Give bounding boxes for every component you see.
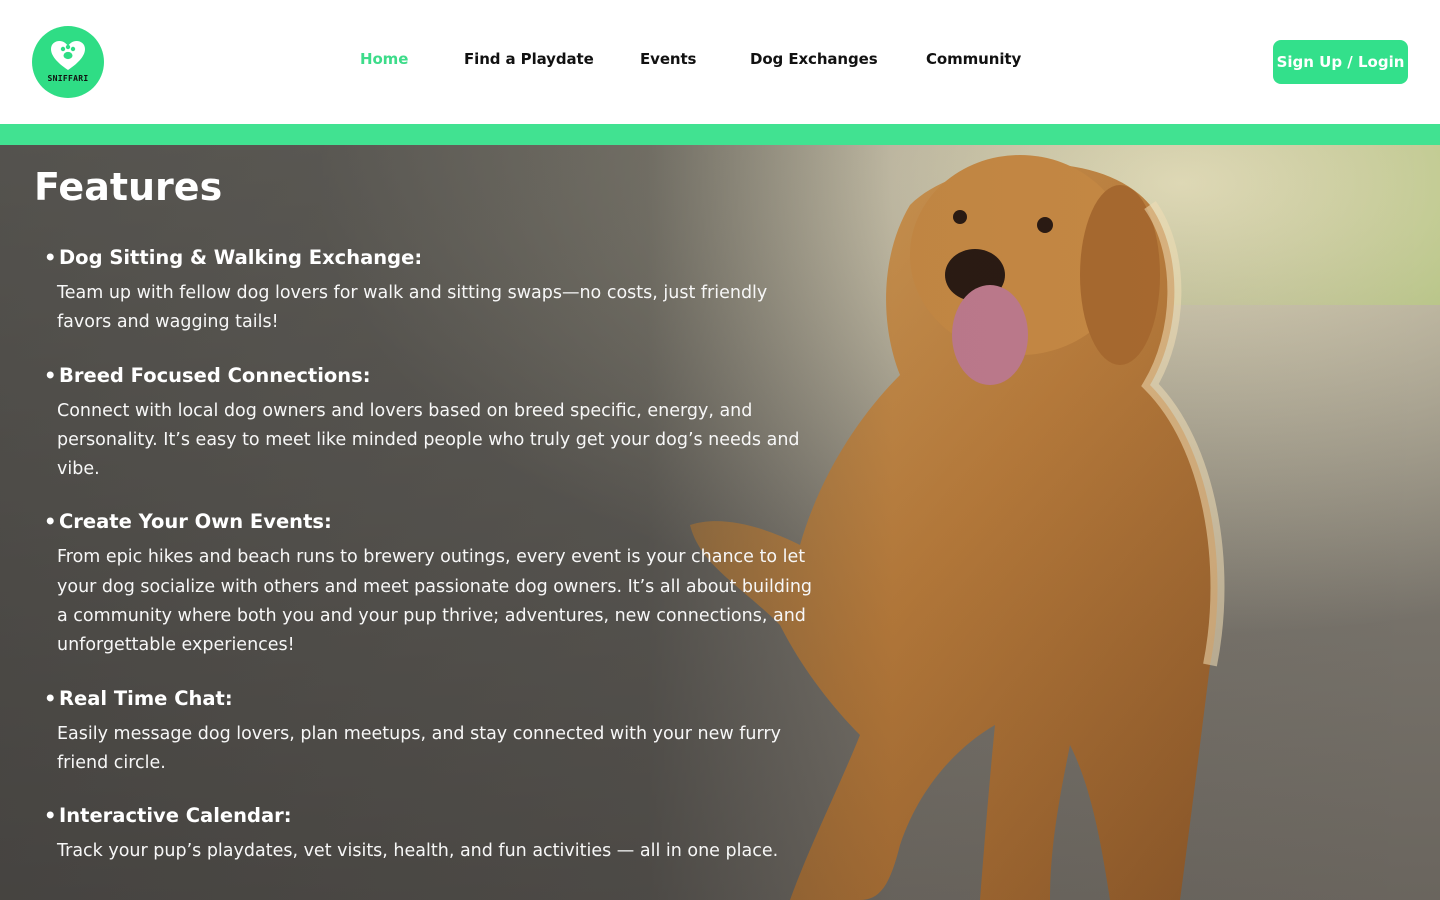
feature-description: Team up with fellow dog lovers for walk …: [57, 283, 768, 333]
feature-heading: • Interactive Calendar:: [34, 803, 814, 829]
feature-heading: • Real Time Chat:: [34, 686, 814, 712]
feature-heading-text: Create Your Own Events:: [59, 510, 332, 534]
feature-heading-text: Dog Sitting & Walking Exchange:: [59, 246, 423, 269]
feature-description: Track your pup’s playdates, vet visits, …: [57, 841, 779, 862]
features-title: Features: [34, 165, 223, 209]
sign-up-login-button[interactable]: Sign Up / Login: [1273, 40, 1408, 84]
feature-description: Easily message dog lovers, plan meetups,…: [57, 723, 781, 773]
feature-item: • Breed Focused Connections: Connect wit…: [34, 363, 814, 485]
feature-item: • Real Time Chat: Easily message dog lov…: [34, 686, 814, 779]
feature-heading-text: Breed Focused Connections:: [59, 363, 371, 387]
accent-divider: [0, 124, 1440, 145]
site-header: SNIFFARI Home Find a Playdate Events Dog…: [0, 0, 1440, 124]
sniffari-logo[interactable]: SNIFFARI: [32, 26, 104, 98]
nav-events[interactable]: Events: [640, 50, 696, 68]
feature-heading: • Breed Focused Connections:: [34, 363, 814, 389]
feature-item: • Create Your Own Events: From epic hike…: [34, 509, 814, 660]
bullet: •: [44, 804, 57, 828]
feature-heading: • Dog Sitting & Walking Exchange:: [34, 245, 814, 271]
bullet: •: [44, 510, 57, 534]
heart-paw-icon: [51, 40, 85, 70]
feature-heading: • Create Your Own Events:: [34, 509, 814, 535]
bullet: •: [44, 246, 57, 269]
bullet: •: [44, 363, 57, 387]
nav-find-a-playdate[interactable]: Find a Playdate: [464, 50, 594, 68]
nav-dog-exchanges[interactable]: Dog Exchanges: [750, 50, 878, 68]
features-hero: Features • Dog Sitting & Walking Exchang…: [0, 145, 1440, 900]
feature-description: From epic hikes and beach runs to brewer…: [57, 547, 813, 656]
features-content: Features • Dog Sitting & Walking Exchang…: [34, 165, 814, 867]
logo-wordmark: SNIFFARI: [47, 73, 89, 83]
feature-description: Connect with local dog owners and lovers…: [57, 400, 800, 480]
feature-item: • Dog Sitting & Walking Exchange: Team u…: [34, 245, 814, 338]
nav-home[interactable]: Home: [360, 50, 408, 68]
feature-heading-text: Interactive Calendar:: [59, 804, 292, 828]
nav-community[interactable]: Community: [926, 50, 1021, 68]
feature-heading-text: Real Time Chat:: [59, 686, 233, 710]
feature-item: • Interactive Calendar: Track your pup’s…: [34, 803, 814, 866]
bullet: •: [44, 686, 57, 710]
